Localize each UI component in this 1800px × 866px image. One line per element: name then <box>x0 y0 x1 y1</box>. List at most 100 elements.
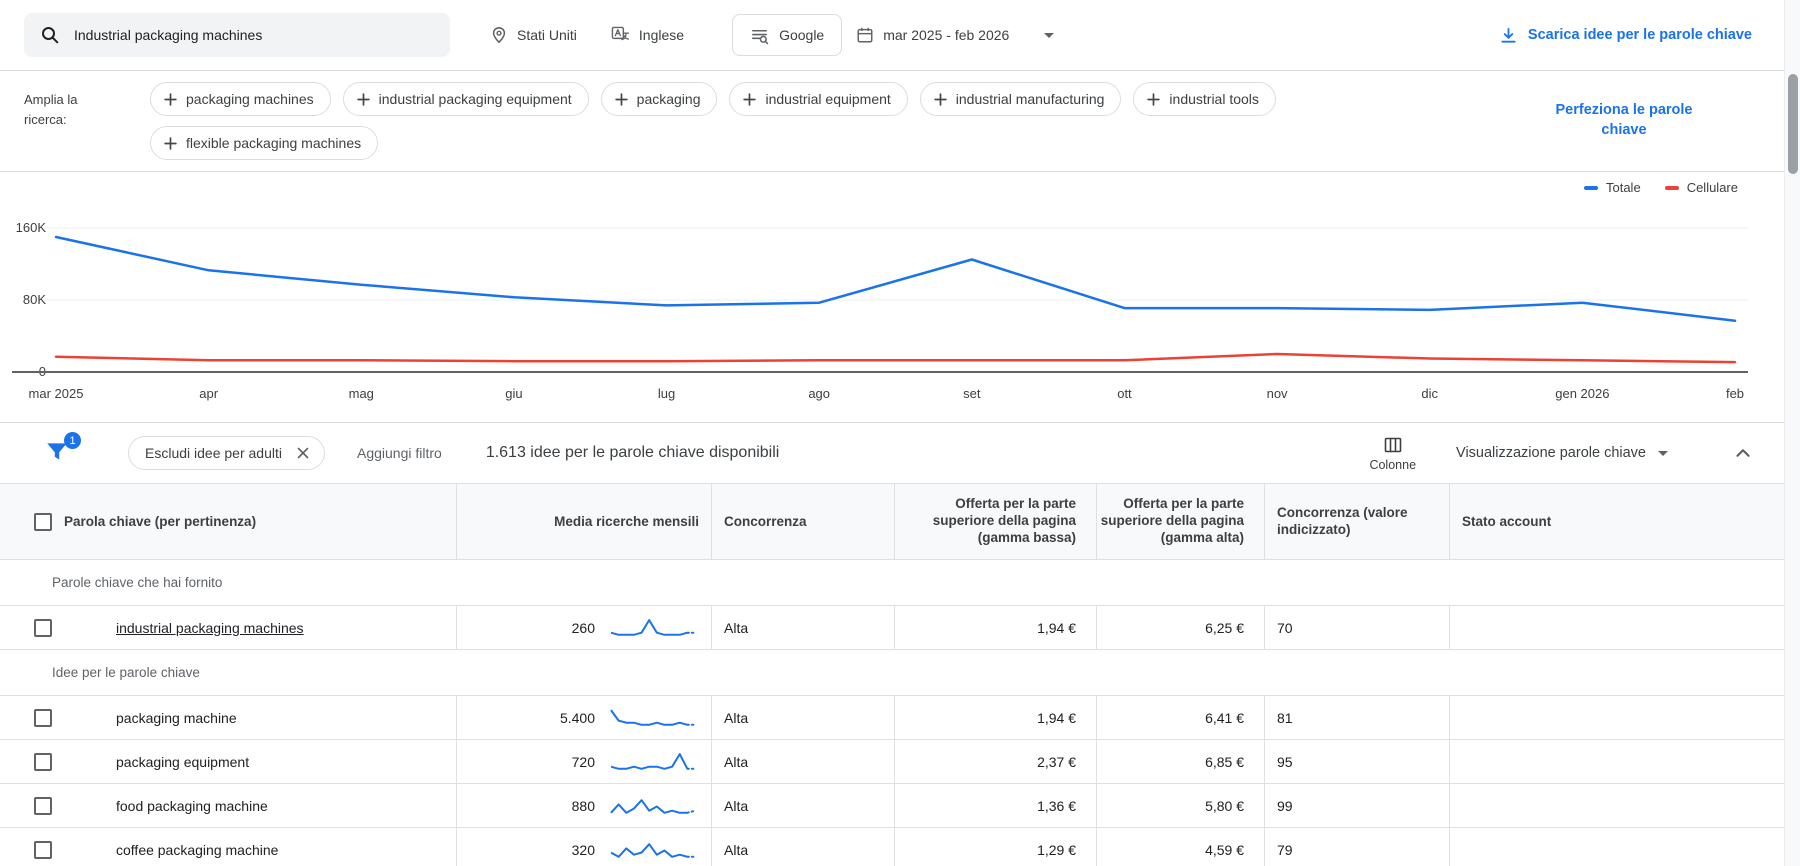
trend-line-chart: 160K80K0mar 2025aprmaggiulugagosetottnov… <box>12 220 1748 401</box>
bid-low-cell: 1,36 € <box>894 784 1096 827</box>
bid-low-value: 1,36 € <box>1037 797 1076 814</box>
broaden-keyword-chip[interactable]: packaging <box>600 82 718 116</box>
view-mode-label: Visualizzazione parole chiave <box>1456 445 1646 461</box>
filter-bar: 1 Escludi idee per adulti Aggiungi filtr… <box>0 422 1784 483</box>
keyword-cell: food packaging machine <box>0 784 456 827</box>
scrollbar-thumb[interactable] <box>1788 74 1798 174</box>
competition-cell: Alta <box>711 740 894 783</box>
header-competition[interactable]: Concorrenza <box>711 484 894 559</box>
row-checkbox[interactable] <box>34 840 52 859</box>
row-checkbox[interactable] <box>34 752 52 771</box>
filter-funnel-button[interactable]: 1 <box>44 432 81 467</box>
network-selector[interactable]: Google <box>732 14 843 56</box>
chip-row-1: packaging machines industrial packaging … <box>150 82 1276 116</box>
date-range-selector[interactable]: mar 2025 - feb 2026 <box>856 26 1055 44</box>
svg-text:feb: feb <box>1726 386 1744 401</box>
bid-low-cell: 1,94 € <box>894 606 1096 649</box>
select-all-checkbox[interactable] <box>34 512 52 531</box>
legend-label-total: Totale <box>1605 180 1641 195</box>
bid-low-value: 2,37 € <box>1037 753 1076 770</box>
header-competition-index-label: Concorrenza (valore indicizzato) <box>1277 504 1408 537</box>
keyword-search-box[interactable] <box>24 13 450 57</box>
header-bid-low[interactable]: Offerta per la parte superiore della pag… <box>894 484 1096 559</box>
caret-down-icon <box>1044 32 1055 38</box>
search-input[interactable] <box>74 27 434 43</box>
language-label: Inglese <box>638 27 685 43</box>
broaden-keyword-chip[interactable]: industrial manufacturing <box>919 82 1122 116</box>
columns-button[interactable]: Colonne <box>1369 435 1416 472</box>
broaden-keyword-chip[interactable]: industrial packaging equipment <box>342 82 589 116</box>
keyword-text: packaging machine <box>116 709 237 726</box>
table-body: Parole chiave che hai fornito industrial… <box>0 560 1784 866</box>
add-filter-button[interactable]: Aggiungi filtro <box>357 445 442 461</box>
competition-index-cell: 70 <box>1264 606 1449 649</box>
bid-high-cell: 6,85 € <box>1096 740 1264 783</box>
svg-text:ott: ott <box>1117 386 1132 401</box>
keyword-text: packaging equipment <box>116 753 250 770</box>
trend-sparkline <box>607 703 699 733</box>
keyword-table: Parola chiave (per pertinenza) Media ric… <box>0 483 1784 866</box>
header-monthly-searches[interactable]: Media ricerche mensili <box>456 484 711 559</box>
location-label: Stati Uniti <box>517 27 577 43</box>
collapse-panel-button[interactable] <box>1732 442 1754 464</box>
refine-keywords-link[interactable]: Perfeziona le parole chiave <box>1538 101 1710 140</box>
svg-text:mag: mag <box>349 386 374 401</box>
view-mode-dropdown[interactable]: Visualizzazione parole chiave <box>1456 445 1668 461</box>
download-keyword-ideas-link[interactable]: Scarica idee per le parole chiave <box>1499 26 1752 45</box>
date-range-label: mar 2025 - feb 2026 <box>883 27 1010 43</box>
row-checkbox[interactable] <box>34 618 52 637</box>
keyword-text[interactable]: industrial packaging machines <box>116 620 304 636</box>
keyword-row: packaging equipment 720 Alta 2,37 € 6,85… <box>0 740 1784 784</box>
legend-marker-mobile <box>1664 185 1679 190</box>
chip-label: industrial tools <box>1169 91 1259 107</box>
broaden-keyword-chip[interactable]: industrial equipment <box>729 82 908 116</box>
monthly-searches-cell: 320 <box>456 828 711 866</box>
plus-icon <box>743 92 757 106</box>
columns-icon <box>1384 437 1402 452</box>
svg-text:dic: dic <box>1421 386 1438 401</box>
header-keyword[interactable]: Parola chiave (per pertinenza) <box>0 484 456 559</box>
svg-text:nov: nov <box>1267 386 1288 401</box>
keyword-row: coffee packaging machine 320 Alta 1,29 €… <box>0 828 1784 866</box>
monthly-searches-cell: 5.400 <box>456 696 711 739</box>
competition-index-value: 95 <box>1277 753 1293 770</box>
broaden-keyword-chip[interactable]: industrial tools <box>1133 82 1276 116</box>
header-competition-index[interactable]: Concorrenza (valore indicizzato) <box>1264 484 1449 559</box>
monthly-searches-value: 720 <box>571 753 595 770</box>
competition-index-cell: 79 <box>1264 828 1449 866</box>
language-selector[interactable]: Inglese <box>611 26 684 45</box>
bid-low-value: 1,94 € <box>1037 619 1076 636</box>
keyword-cell: packaging equipment <box>0 740 456 783</box>
header-account-status-label: Stato account <box>1462 514 1552 529</box>
bid-low-value: 1,94 € <box>1037 709 1076 726</box>
keyword-cell: industrial packaging machines <box>0 606 456 649</box>
vertical-scrollbar[interactable] <box>1784 0 1800 866</box>
keyword-ideas-count: 1.613 idee per le parole chiave disponib… <box>485 444 780 461</box>
location-selector[interactable]: Stati Uniti <box>490 26 577 44</box>
bid-low-value: 1,29 € <box>1037 841 1076 858</box>
translate-icon <box>611 26 630 40</box>
account-status-cell <box>1449 740 1784 783</box>
svg-text:80K: 80K <box>23 292 46 307</box>
header-bid-high[interactable]: Offerta per la parte superiore della pag… <box>1096 484 1264 559</box>
download-label: Scarica idee per le parole chiave <box>1527 27 1752 43</box>
keyword-cell: coffee packaging machine <box>0 828 456 866</box>
caret-down-icon <box>1658 450 1668 456</box>
competition-value: Alta <box>724 753 749 770</box>
section-label: Idee per le parole chiave <box>52 665 200 680</box>
header-bid-low-label: Offerta per la parte superiore della pag… <box>932 496 1076 545</box>
row-checkbox[interactable] <box>34 708 52 727</box>
row-checkbox[interactable] <box>34 796 52 815</box>
keyword-row: industrial packaging machines 260 Alta 1… <box>0 606 1784 650</box>
header-account-status[interactable]: Stato account <box>1449 484 1784 559</box>
broaden-keyword-chip[interactable]: packaging machines <box>150 82 331 116</box>
close-icon[interactable] <box>296 446 310 460</box>
exclude-adult-ideas-chip[interactable]: Escludi idee per adulti <box>128 436 325 470</box>
bid-high-value: 6,41 € <box>1205 709 1244 726</box>
monthly-searches-cell: 720 <box>456 740 711 783</box>
svg-text:mar 2025: mar 2025 <box>29 386 84 401</box>
broaden-keyword-chip[interactable]: flexible packaging machines <box>150 126 379 160</box>
monthly-searches-value: 880 <box>571 797 595 814</box>
svg-text:lug: lug <box>658 386 675 401</box>
competition-index-cell: 95 <box>1264 740 1449 783</box>
